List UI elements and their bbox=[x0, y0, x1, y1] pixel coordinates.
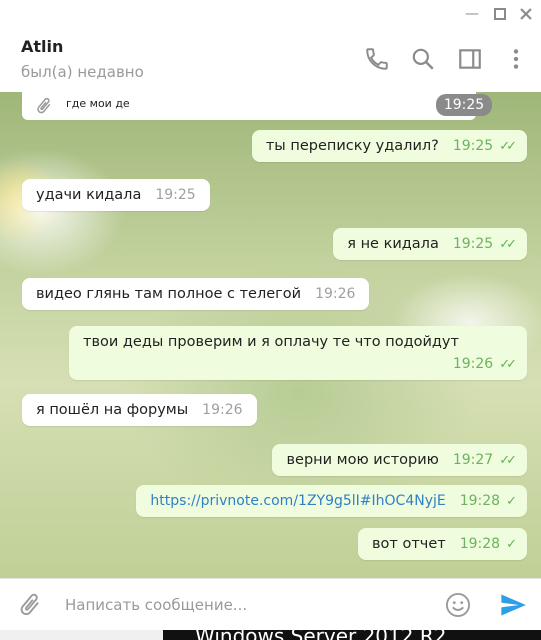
read-check-icon: ✓✓ bbox=[499, 357, 517, 372]
message-outgoing[interactable]: ты переписку удалил? 19:25 ✓✓ bbox=[251, 130, 527, 162]
message-text: твои деды проверим и я оплачу те что под… bbox=[83, 334, 459, 350]
search-icon[interactable] bbox=[410, 46, 436, 72]
chat-title[interactable]: Atlin bbox=[21, 37, 63, 56]
message-incoming[interactable]: удачи кидала 19:25 bbox=[22, 179, 210, 211]
emoji-icon[interactable] bbox=[444, 591, 472, 623]
message-text: верни мою историю bbox=[286, 452, 439, 468]
sidebar-toggle-icon[interactable] bbox=[457, 46, 483, 72]
taskbar-text: Windows Server 2012 R2 bbox=[195, 630, 446, 640]
message-time: 19:26 bbox=[202, 402, 243, 418]
more-vertical-icon[interactable] bbox=[503, 46, 529, 72]
message-text: видео глянь там полное с телегой bbox=[36, 286, 302, 302]
message-outgoing[interactable]: верни мою историю 19:27 ✓✓ bbox=[272, 444, 527, 476]
paperclip-icon bbox=[34, 96, 54, 120]
message-outgoing[interactable]: вот отчет 19:28 ✓ bbox=[358, 528, 527, 560]
message-time: 19:28 bbox=[459, 536, 501, 552]
close-icon[interactable] bbox=[516, 4, 536, 24]
message-link[interactable]: https://privnote.com/1ZY9g5lI#IhOC4NyjE bbox=[150, 493, 445, 509]
send-icon[interactable] bbox=[499, 591, 527, 623]
paperclip-icon[interactable] bbox=[16, 591, 44, 623]
read-check-icon: ✓✓ bbox=[499, 139, 517, 154]
message-text: удачи кидала bbox=[36, 187, 142, 203]
message-text: ты переписку удалил? bbox=[265, 138, 439, 154]
chat-status: был(а) недавно bbox=[21, 63, 144, 81]
message-text: вот отчет bbox=[372, 536, 446, 552]
read-check-icon: ✓✓ bbox=[499, 453, 517, 468]
message-time: 19:26 bbox=[452, 356, 494, 372]
message-composer: Написать сообщение... bbox=[0, 578, 541, 631]
window-titlebar: — bbox=[0, 0, 541, 28]
chat-header: Atlin был(а) недавно bbox=[0, 28, 541, 93]
message-edit-preview: где мои де 19:25 bbox=[22, 92, 492, 120]
message-time: 19:25 bbox=[452, 236, 494, 252]
message-time: 19:25 bbox=[452, 138, 494, 154]
sent-check-icon: ✓ bbox=[506, 537, 517, 552]
message-text: я пошёл на форумы bbox=[36, 402, 189, 418]
message-time: 19:28 bbox=[459, 493, 501, 509]
desktop-taskbar: Windows Server 2012 R2 bbox=[0, 630, 541, 640]
sent-check-icon: ✓ bbox=[506, 494, 517, 509]
message-time: 19:25 bbox=[155, 187, 196, 203]
message-outgoing[interactable]: https://privnote.com/1ZY9g5lI#IhOC4NyjE 1… bbox=[136, 485, 527, 517]
taskbar-light-area bbox=[0, 630, 163, 640]
phone-icon[interactable] bbox=[364, 46, 390, 72]
message-text: я не кидала bbox=[347, 236, 439, 252]
maximize-icon[interactable] bbox=[490, 4, 510, 24]
edit-preview-text: где мои де bbox=[66, 97, 130, 110]
message-input[interactable]: Написать сообщение... bbox=[65, 596, 247, 614]
message-time: 19:27 bbox=[452, 452, 494, 468]
read-check-icon: ✓✓ bbox=[499, 237, 517, 252]
message-list[interactable]: где мои де 19:25 ты переписку удалил? 19:… bbox=[0, 92, 541, 578]
minimize-icon[interactable]: — bbox=[462, 4, 482, 24]
message-outgoing[interactable]: я не кидала 19:25 ✓✓ bbox=[333, 228, 527, 260]
message-time: 19:26 bbox=[315, 286, 356, 302]
message-incoming[interactable]: я пошёл на форумы 19:26 bbox=[22, 394, 257, 426]
edit-preview-time: 19:25 bbox=[436, 94, 492, 116]
message-incoming[interactable]: видео глянь там полное с телегой 19:26 bbox=[22, 278, 370, 310]
message-outgoing[interactable]: твои деды проверим и я оплачу те что под… bbox=[69, 326, 527, 380]
